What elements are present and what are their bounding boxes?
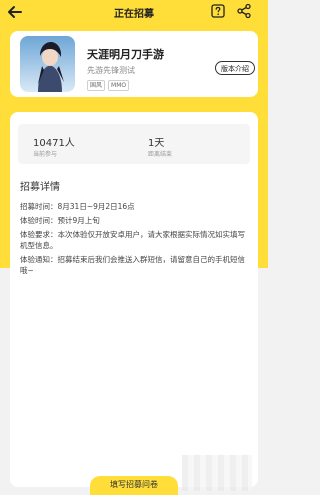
game-tags: 国风 MMO [87, 80, 130, 91]
detail-label: 招募时间： [20, 202, 58, 211]
detail-requirement: 体验要求：本次体验仅开放安卓用户，请大家根据实际情况如实填写机型信息。 [20, 229, 250, 251]
share-icon[interactable] [236, 3, 252, 19]
game-subtitle: 先游先锋测试 [87, 66, 135, 75]
fill-questionnaire-button[interactable]: 填写招募问卷 [90, 476, 178, 495]
detail-label: 体验要求： [20, 230, 58, 239]
participants-count: 10471人 [33, 138, 75, 149]
help-icon[interactable] [211, 4, 225, 18]
game-icon[interactable] [20, 36, 75, 92]
version-intro-button[interactable]: 版本介绍 [215, 61, 255, 75]
game-info-card: 天涯明月刀手游 先游先锋测试 国风 MMO 版本介绍 [10, 31, 258, 97]
tag-item: 国风 [87, 80, 106, 91]
detail-notification: 体验通知：招募结束后我们会推送入群短信，请留意自己的手机短信哦~ [20, 254, 250, 276]
remaining-label: 距离结束 [148, 151, 173, 158]
watermark [182, 455, 252, 491]
details-title: 招募详情 [20, 182, 60, 193]
detail-label: 体验时间： [20, 216, 58, 225]
detail-trial-time: 体验时间：预计9月上旬 [20, 215, 250, 226]
detail-value: 预计9月上旬 [57, 216, 100, 225]
tag-item: MMO [108, 80, 130, 91]
remaining-days: 1天 [148, 138, 165, 149]
page-title: 正在招募 [114, 9, 154, 20]
recruitment-card: 10471人 当前参与 1天 距离结束 招募详情 招募时间：8月31日~9月2日… [10, 112, 258, 487]
participants-label: 当前参与 [33, 151, 58, 158]
detail-recruit-time: 招募时间：8月31日~9月2日16点 [20, 201, 250, 212]
stats-panel: 10471人 当前参与 1天 距离结束 [18, 124, 250, 164]
detail-value: 8月31日~9月2日16点 [57, 202, 135, 211]
game-name: 天涯明月刀手游 [87, 48, 164, 61]
detail-label: 体验通知： [20, 255, 58, 264]
top-bar: 正在招募 [0, 0, 268, 26]
details-list: 招募时间：8月31日~9月2日16点 体验时间：预计9月上旬 体验要求：本次体验… [20, 201, 250, 279]
